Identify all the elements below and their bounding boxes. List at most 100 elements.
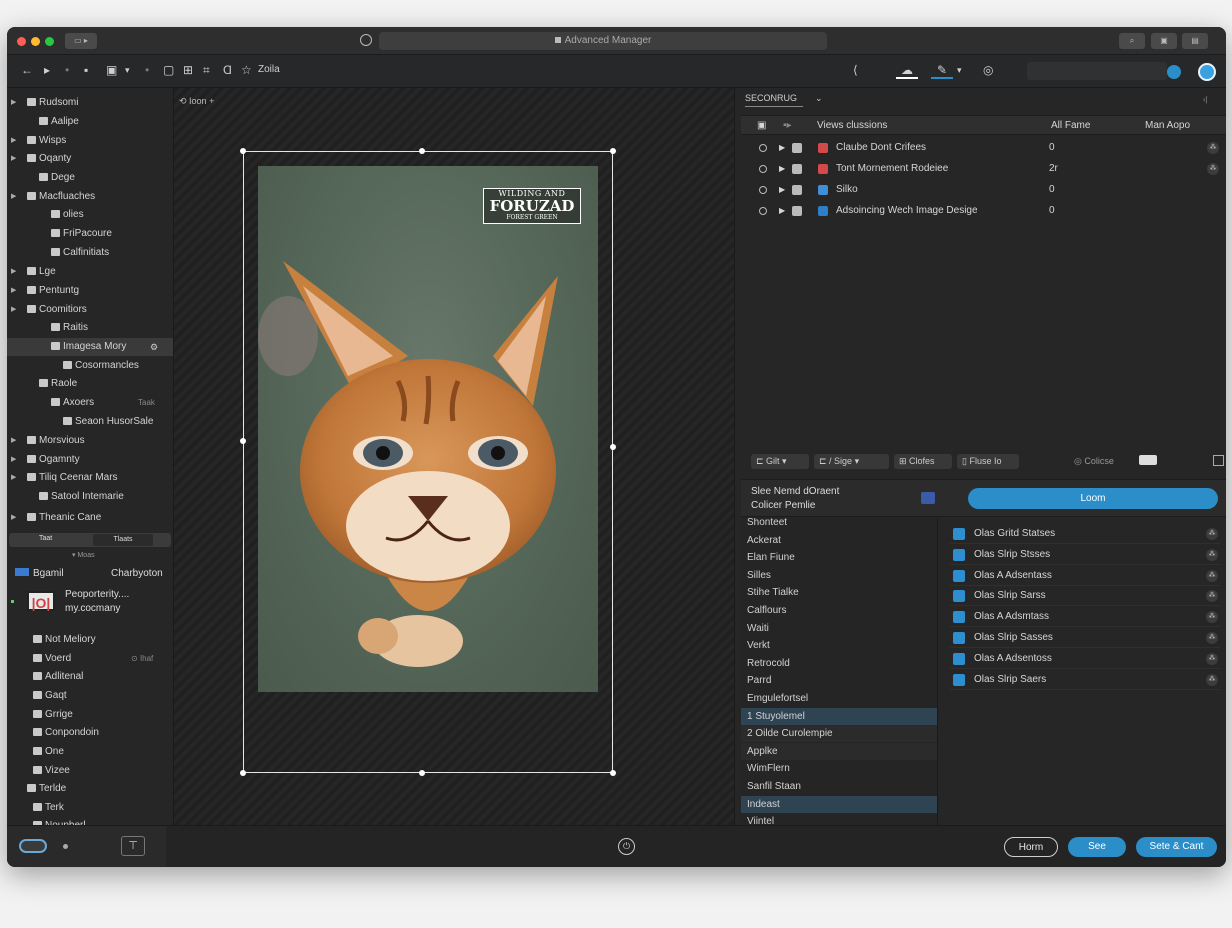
sidebar-item[interactable]: ▶ Lge (7, 263, 173, 281)
item-action-icon[interactable]: ⁂ (1206, 632, 1218, 644)
frame-icon[interactable]: ▢ (163, 63, 174, 77)
sidebar-item[interactable]: ▶ Ogamnty (7, 451, 173, 469)
item-action-icon[interactable]: ⁂ (1206, 528, 1218, 540)
list-item[interactable]: Shonteet (741, 518, 937, 531)
sidebar-item[interactable]: Calfinitiats (7, 244, 173, 262)
text-icon[interactable]: Ɑ (223, 63, 232, 77)
chevron-down-icon[interactable]: ▾ (125, 63, 130, 77)
list-item[interactable]: 2 Oilde Curolempie (741, 725, 937, 743)
resize-handle-tm[interactable] (419, 148, 425, 154)
resize-handle-tl[interactable] (240, 148, 246, 154)
row-radio-icon[interactable] (759, 165, 767, 173)
crop-icon[interactable]: ⌗ (203, 63, 210, 77)
address-bar[interactable]: Advanced Manager (379, 32, 827, 50)
list-item[interactable]: Calflours (741, 602, 937, 619)
disclosure-arrow-icon[interactable]: ▶ (11, 150, 16, 168)
disclosure-arrow-icon[interactable]: ▶ (11, 282, 16, 300)
table-row[interactable]: ▶ Adsoincing Wech Image Desige 0 (741, 200, 1226, 221)
save-icon[interactable]: ▣ (106, 63, 117, 77)
column-views[interactable]: Views clussions (817, 120, 887, 131)
sidebar-item[interactable]: ▶ Rudsomi (7, 94, 173, 112)
sidebar-item[interactable]: Raitis (7, 319, 173, 337)
list-item[interactable]: Olas Gritd Statses ⁂ (950, 524, 1220, 544)
filter-d[interactable]: ▯ Fluse Io (957, 454, 1019, 469)
list-item[interactable]: Olas Slrip Stsses ⁂ (950, 545, 1220, 565)
column-all-fame[interactable]: All Fame (1051, 120, 1090, 131)
sidebar-item[interactable]: ▶ Wisps (7, 132, 173, 150)
star-icon[interactable]: ☆ (241, 63, 252, 77)
learn-button[interactable]: Loom (968, 488, 1218, 509)
resize-handle-bl[interactable] (240, 770, 246, 776)
item-action-icon[interactable]: ⁂ (1206, 548, 1218, 561)
sidebar-item[interactable]: Terlde (7, 780, 173, 798)
cloud-icon[interactable]: ☁ (896, 63, 918, 79)
toolbar-search-input[interactable] (1027, 62, 1167, 80)
row-expand-icon[interactable]: ▶ (779, 206, 785, 215)
sidebar-item[interactable]: ▶ Theanic Cane (7, 509, 173, 527)
filter-toggle-icon[interactable] (1139, 455, 1157, 465)
sidebar-item[interactable]: Vizee (7, 762, 173, 780)
section-tab[interactable]: SECONRUG (745, 93, 803, 107)
resize-handle-tr[interactable] (610, 148, 616, 154)
close-dot[interactable] (17, 37, 26, 46)
sidebar-item[interactable]: ▶ Morsvious (7, 432, 173, 450)
cancel-button[interactable]: Horm (1004, 837, 1058, 857)
section-chevron-icon[interactable]: ⌄ (815, 93, 823, 104)
sidebar-item[interactable]: Dege (7, 169, 173, 187)
folder-icon[interactable]: ▪ (84, 63, 88, 77)
sidebar-item[interactable]: ▶ Oqanty (7, 150, 173, 168)
item-action-icon[interactable]: ⁂ (1206, 673, 1218, 686)
lock-window-button[interactable]: ▣ (1151, 33, 1177, 49)
list-item[interactable]: Parrd (741, 672, 937, 689)
back-arrow-icon[interactable]: ← (21, 63, 33, 77)
sidebar-item[interactable]: Imagesa Mory ⚙ (7, 338, 173, 356)
help-icon[interactable] (1167, 65, 1181, 79)
list-item[interactable]: WimFlern (741, 760, 937, 777)
list-item[interactable]: Olas Slrip Sasses ⁂ (950, 628, 1220, 648)
selected-indicator-icon[interactable]: ⚙ (150, 338, 158, 356)
search-window-button[interactable]: ⌕ (1119, 33, 1145, 49)
popout-icon[interactable] (1213, 455, 1224, 466)
row-radio-icon[interactable] (759, 144, 767, 152)
sidebar-item[interactable]: Not Meliory (7, 631, 173, 649)
sidebar-item[interactable]: ▶ Macfluaches (7, 188, 173, 206)
sidebar-item[interactable]: Conpondoin (7, 724, 173, 742)
sidebar-tab-1[interactable]: Taat (39, 535, 52, 542)
list-item[interactable]: Olas A Adsmtass ⁂ (950, 607, 1220, 628)
list-item[interactable]: 1 Stuyolemel (741, 707, 937, 725)
sidebar-item[interactable]: Cosormancles (7, 357, 173, 375)
sidebar-item[interactable]: ▶ Coomitiors (7, 301, 173, 319)
list-item[interactable]: Verkt (741, 637, 937, 654)
sidebar-item[interactable]: Raole (7, 375, 173, 393)
sidebar-item[interactable]: Adlitenal (7, 668, 173, 686)
column-man-aopo[interactable]: Man Aopo (1145, 120, 1190, 131)
disclosure-arrow-icon[interactable]: ▶ (11, 94, 16, 112)
table-row[interactable]: ▶ Silko 0 (741, 179, 1226, 200)
table-row[interactable]: ▶ Claube Dont Crifees 0 ⁂ (741, 137, 1226, 158)
disclosure-arrow-icon[interactable]: ▶ (11, 263, 16, 281)
resize-handle-br[interactable] (610, 770, 616, 776)
list-item[interactable]: Viintel (741, 813, 937, 825)
filter-a[interactable]: ⊏ Gilt ▾ (751, 454, 809, 469)
row-expand-icon[interactable]: ▶ (779, 143, 785, 152)
sidebar-item[interactable]: Noupberl (7, 817, 173, 825)
sidebar-item[interactable]: Seaon HusorSale (7, 413, 173, 431)
row-action-icon[interactable]: ⁂ (1207, 142, 1219, 154)
detail-image-icon[interactable] (921, 492, 935, 504)
zoom-label[interactable]: Zoila (258, 63, 280, 77)
brush-chevron-icon[interactable]: ▾ (957, 63, 962, 77)
list-item[interactable]: Applke (741, 742, 937, 760)
list-item[interactable]: Waiti (741, 620, 937, 637)
row-expand-icon[interactable]: ▶ (779, 164, 785, 173)
list-item[interactable]: Elan Fiune (741, 549, 937, 566)
row-radio-icon[interactable] (759, 207, 767, 215)
resize-handle-mr[interactable] (610, 444, 616, 450)
disclosure-arrow-icon[interactable]: ▶ (11, 469, 16, 487)
sidebar-item[interactable]: Aalipe (7, 113, 173, 131)
resize-handle-bm[interactable] (419, 770, 425, 776)
filter-b[interactable]: ⊏ / Sige ▾ (814, 454, 889, 469)
grid-icon[interactable]: ⊞ (183, 63, 193, 77)
list-item[interactable]: Silles (741, 567, 937, 584)
sidebar-item[interactable]: One (7, 743, 173, 761)
minimize-dot[interactable] (31, 37, 40, 46)
